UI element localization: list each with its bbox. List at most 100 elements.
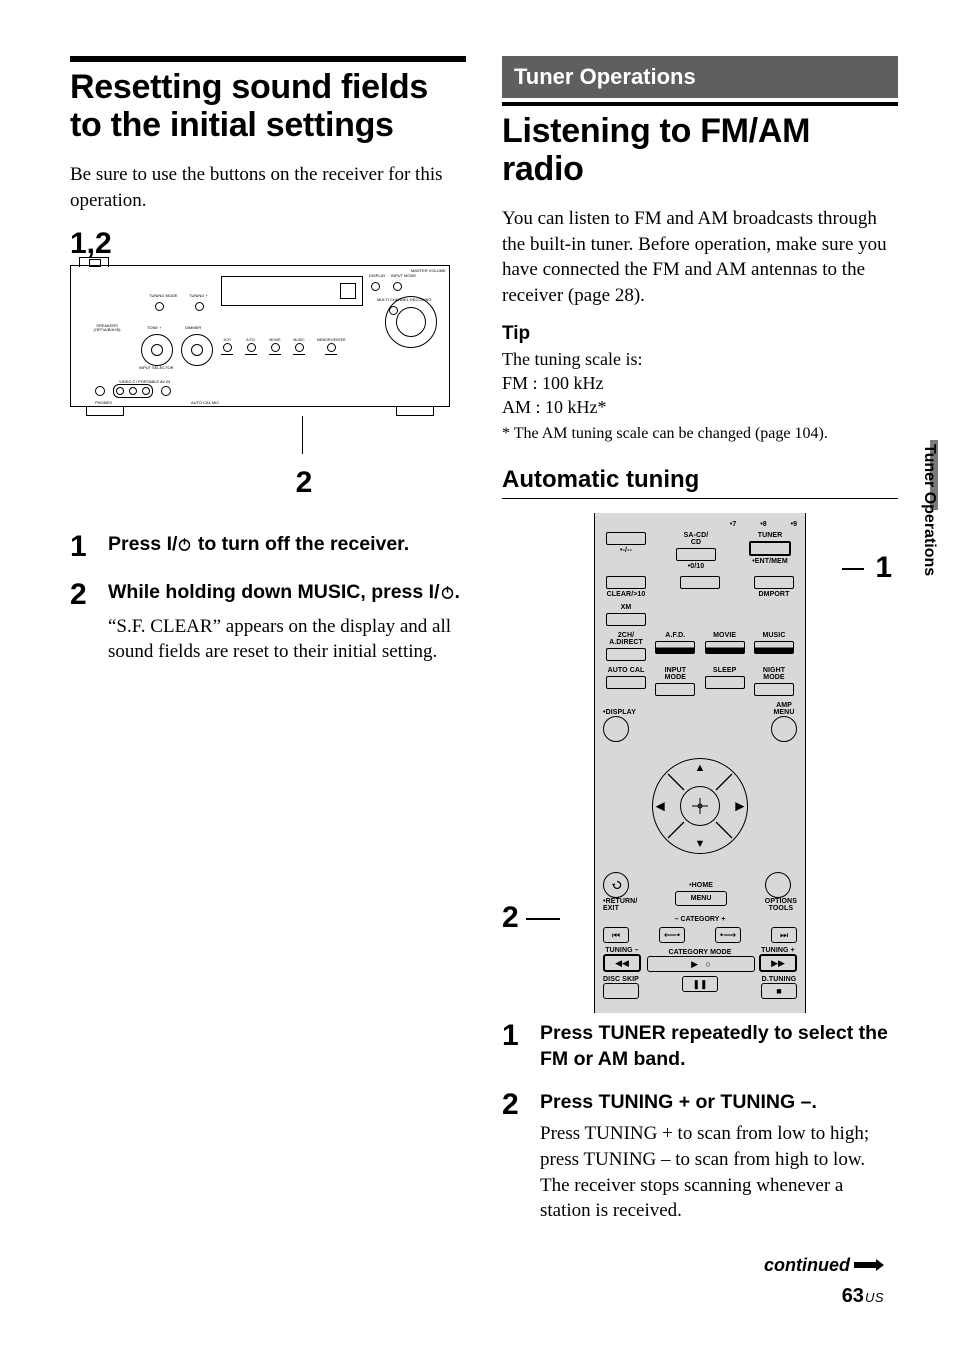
btn-sleep-r: [705, 676, 745, 689]
btn-display-round: [603, 716, 629, 742]
lcd-indicator: [340, 283, 356, 299]
remote-callout-1: 1: [875, 551, 892, 585]
lbl-tuning-minus: TUNING –: [603, 947, 641, 954]
tip-line-2: FM : 100 kHz: [502, 371, 898, 395]
btn-blank: [606, 532, 646, 545]
left-step-1: 1 Press I/ to turn off the receiver.: [70, 532, 466, 562]
left-column: Resetting sound fields to the initial se…: [70, 56, 466, 1242]
lbl-tuning-mode: TUNING MODE: [149, 294, 177, 298]
lbl-autocal-r: AUTO CAL: [608, 667, 645, 674]
btn-play: ▶ ○: [647, 956, 755, 972]
callout-pointer: [70, 416, 450, 462]
power-icon: [177, 534, 192, 559]
right-column: Tuner Operations Listening to FM/AM radi…: [502, 56, 898, 1242]
lbl-afd: A.F.D.: [246, 338, 256, 342]
tip-footnote: * The AM tuning scale can be changed (pa…: [502, 424, 898, 445]
page-num-suffix: US: [865, 1290, 884, 1305]
right-step-2: 2 Press TUNING + or TUNING –. Press TUNI…: [502, 1090, 898, 1224]
receiver-callout-bottom: 2: [158, 466, 450, 500]
continued-arrow-icon: [854, 1255, 884, 1276]
lbl-music-r: MUSIC: [762, 632, 785, 639]
btn-menu: MENU: [675, 891, 727, 906]
lbl-clear: CLEAR/>10: [607, 591, 646, 598]
step-lead-b: to turn off the receiver.: [192, 533, 409, 555]
btn-ampmenu-round: [771, 716, 797, 742]
btn-display: [371, 282, 380, 291]
arrow-up-icon: ▲: [695, 762, 706, 774]
btn-options-round: [765, 872, 791, 898]
receiver-top-tab: [79, 257, 109, 267]
lbl-sleep-r: SLEEP: [713, 667, 736, 674]
step-number: 2: [502, 1090, 526, 1224]
btn-tuning-mode: [155, 302, 164, 311]
step-lead: While holding down MUSIC, press I/.: [108, 580, 466, 607]
btn-tuning: [195, 302, 204, 311]
two-column-layout: Resetting sound fields to the initial se…: [70, 56, 898, 1242]
right-intro: You can listen to FM and AM broadcasts t…: [502, 206, 898, 309]
lbl-sacd: SA-CD/ CD: [684, 532, 709, 546]
arrow-down-icon: ▼: [695, 838, 706, 850]
dot-9: •9: [791, 521, 797, 528]
master-volume-knob: [385, 296, 437, 348]
step-lead: Press TUNER repeatedly to select the FM …: [540, 1021, 898, 1072]
power-prefix: I/: [429, 581, 440, 603]
receiver-body: DISPLAY INPUT MODE MASTER VOLUME TUNING …: [70, 265, 450, 407]
btn-dmport: [754, 576, 794, 589]
lbl-memory: MEMORY/ENTER: [317, 338, 346, 342]
lbl-home-r: •HOME: [675, 882, 727, 889]
lbl-multi: MULTI CHANNEL DECODING: [377, 298, 431, 302]
continued-text: continued: [764, 1255, 850, 1275]
lbl-dmport: DMPORT: [759, 591, 790, 598]
step-number: 1: [70, 532, 94, 562]
receiver-illustration: DISPLAY INPUT MODE MASTER VOLUME TUNING …: [70, 265, 450, 500]
left-steps: 1 Press I/ to turn off the receiver. 2 W…: [70, 532, 466, 665]
lbl-xm: XM: [621, 604, 632, 611]
lbl-autocal: AUTO CAL MIC: [191, 401, 219, 405]
lbl-input-selector: INPUT SELECTOR: [139, 366, 174, 370]
remote-row-input1: •-/-- SA-CD/ CD•0/10 TUNER•ENT/MEM: [603, 532, 797, 570]
step-lead-a: Press: [108, 533, 167, 555]
btn-tuner: [749, 541, 791, 556]
btn-movie-r: [705, 641, 745, 654]
side-tab: Tuner Operations: [912, 440, 938, 630]
lbl-tuner: TUNER: [758, 532, 783, 539]
jack-av-in: [113, 384, 153, 398]
step-lead: Press TUNING + or TUNING –.: [540, 1090, 898, 1115]
lbl-category: – CATEGORY +: [603, 916, 797, 923]
btn-tuning-minus: ◀◀: [603, 954, 641, 972]
return-icon: [609, 878, 623, 892]
btn-input-mode: [393, 282, 402, 291]
right-steps: 1 Press TUNER repeatedly to select the F…: [502, 1021, 898, 1224]
remote-row-input2: CLEAR/>10 DMPORT: [603, 576, 797, 598]
step-number: 1: [502, 1021, 526, 1072]
btn-2ch: [223, 343, 232, 352]
btn-afd-r: [655, 641, 695, 654]
step-lead-b: .: [455, 581, 460, 603]
left-heading: Resetting sound fields to the initial se…: [70, 68, 466, 144]
lbl-input-mode: INPUT MODE: [391, 274, 416, 278]
dpad: ▲ ▼ ◀ ▶: [640, 746, 760, 866]
lbl-afd-r: A.F.D.: [665, 632, 685, 639]
lbl-dtuning: D.TUNING: [761, 976, 797, 983]
step-rest: “S.F. CLEAR” appears on the display and …: [108, 614, 466, 665]
btn-night-r: [754, 683, 794, 696]
btn-prev: ⏮: [603, 927, 629, 943]
tip-line-1: The tuning scale is:: [502, 347, 898, 371]
transport-row-1: ⏮ ⟵• •⟶ ⏭: [603, 927, 797, 943]
btn-tuning-plus: ▶▶: [759, 954, 797, 972]
btn-autocal-r: [606, 676, 646, 689]
receiver-feet: [70, 407, 450, 416]
jack-autocal: [161, 386, 171, 396]
right-step-1: 1 Press TUNER repeatedly to select the F…: [502, 1021, 898, 1072]
lbl-master-volume: MASTER VOLUME: [411, 269, 446, 273]
subheading: Automatic tuning: [502, 466, 898, 499]
lbl-tone: TONE +: [147, 326, 162, 330]
chapter-bar: Tuner Operations: [502, 56, 898, 98]
arrow-right-icon: ▶: [736, 800, 744, 813]
right-heading: Listening to FM/AM radio: [502, 112, 898, 188]
remote-row-xm: XM: [603, 604, 797, 626]
dot-7: •7: [730, 521, 736, 528]
lbl-music: MUSIC: [293, 338, 304, 342]
lbl-ampmenu-r: AMP MENU: [771, 702, 797, 716]
receiver-lcd: [221, 276, 363, 306]
